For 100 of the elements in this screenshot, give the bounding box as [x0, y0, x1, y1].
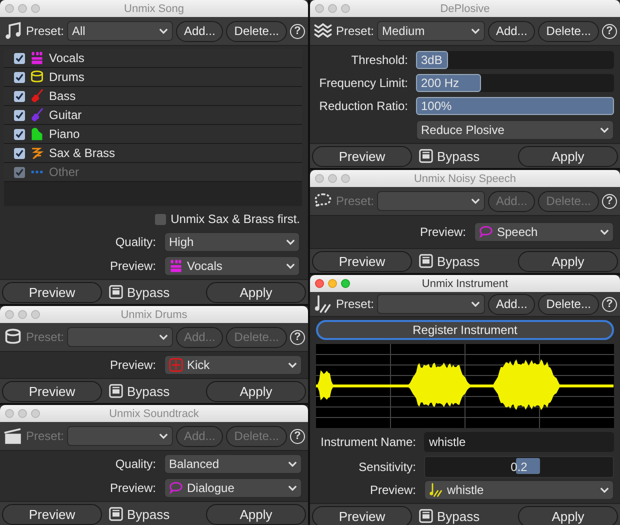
- dropdown[interactable]: High: [164, 232, 300, 252]
- help-button[interactable]: ?: [602, 296, 617, 312]
- caret-icon: [158, 28, 168, 34]
- checkbox[interactable]: [14, 128, 25, 140]
- dropdown[interactable]: [67, 327, 173, 347]
- dropdown[interactable]: Kick: [164, 355, 302, 375]
- dropdown[interactable]: whistle: [424, 480, 614, 500]
- close-button[interactable]: [5, 409, 14, 418]
- minimize-button[interactable]: [18, 409, 27, 418]
- slider[interactable]: 100%: [416, 97, 614, 115]
- close-button[interactable]: [315, 279, 324, 288]
- minimize-button[interactable]: [328, 174, 337, 183]
- zoom-button[interactable]: [341, 174, 350, 183]
- dropdown[interactable]: Balanced: [164, 454, 302, 474]
- add-button[interactable]: Add...: [488, 20, 536, 42]
- minimize-button[interactable]: [18, 310, 27, 319]
- dropdown[interactable]: Dialogue: [164, 478, 302, 498]
- framed-square-icon: [419, 149, 433, 163]
- delete-button[interactable]: Delete...: [226, 20, 287, 42]
- apply-button[interactable]: Apply: [518, 146, 618, 166]
- dropdown[interactable]: Medium: [377, 21, 485, 41]
- dropdown[interactable]: Speech: [474, 222, 614, 242]
- microphones-icon: [169, 259, 183, 273]
- slider[interactable]: 3dB: [416, 51, 614, 69]
- zoom-button[interactable]: [341, 279, 350, 288]
- close-button[interactable]: [5, 310, 14, 319]
- apply-button[interactable]: Apply: [206, 504, 306, 524]
- delete-button[interactable]: Delete...: [538, 20, 599, 42]
- dropdown[interactable]: All: [67, 21, 173, 41]
- speech-bubble-icon: [169, 481, 183, 495]
- apply-button[interactable]: Apply: [518, 250, 618, 272]
- checkbox[interactable]: [14, 90, 25, 102]
- caret-icon: [470, 301, 480, 307]
- checkbox[interactable]: [14, 52, 25, 64]
- add-button[interactable]: Add...: [488, 294, 536, 314]
- dropdown[interactable]: [377, 294, 485, 314]
- help-button[interactable]: ?: [602, 24, 617, 38]
- zoom-button[interactable]: [31, 409, 40, 418]
- add-button[interactable]: Add...: [176, 20, 224, 42]
- dropdown[interactable]: [377, 191, 485, 211]
- stem-label: Other: [49, 165, 80, 179]
- framed-square-icon: [109, 507, 123, 521]
- preview-button[interactable]: Preview: [312, 506, 412, 525]
- caret-icon: [288, 461, 297, 467]
- bypass-label[interactable]: Bypass: [127, 384, 170, 398]
- field-label: Instrument Name:: [320, 435, 416, 449]
- note-icon: [313, 295, 333, 313]
- caret-icon: [600, 229, 609, 235]
- bypass-label[interactable]: Bypass: [127, 506, 170, 522]
- field-label: Preview:: [108, 481, 156, 495]
- field-label: Preview:: [108, 358, 156, 372]
- close-button[interactable]: [315, 4, 324, 13]
- close-button[interactable]: [5, 4, 14, 13]
- checkbox[interactable]: [14, 148, 25, 158]
- wave-lines-icon: [313, 22, 333, 40]
- apply-button[interactable]: Apply: [206, 282, 306, 302]
- bypass-label[interactable]: Bypass: [437, 508, 480, 524]
- drum-icon: [3, 328, 23, 346]
- checkbox[interactable]: [14, 110, 25, 120]
- zoom-button[interactable]: [341, 4, 350, 13]
- stem-label: Vocals: [49, 51, 84, 65]
- dropdown[interactable]: Reduce Plosive: [416, 120, 614, 140]
- stem-label: Guitar: [49, 108, 82, 122]
- caret-icon: [288, 362, 297, 368]
- preview-button[interactable]: Preview: [2, 282, 102, 302]
- caret-icon: [158, 433, 168, 439]
- caret-icon: [470, 198, 480, 204]
- apply-button[interactable]: Apply: [206, 380, 306, 402]
- bypass-label[interactable]: Bypass: [437, 254, 480, 268]
- preset-label: Preset:: [336, 24, 374, 38]
- close-button[interactable]: [315, 174, 324, 183]
- apply-button[interactable]: Apply: [518, 506, 618, 525]
- checkbox[interactable]: [154, 214, 166, 224]
- delete-button[interactable]: Delete...: [538, 294, 599, 314]
- zoom-button[interactable]: [31, 4, 40, 13]
- dropdown[interactable]: [67, 426, 173, 446]
- slider-value: 100%: [421, 99, 452, 113]
- window-title: Unmix Drums: [120, 308, 188, 320]
- register-button[interactable]: Register Instrument: [316, 320, 614, 340]
- preset-label: Preset:: [26, 429, 64, 443]
- dropdown[interactable]: Vocals: [164, 256, 300, 276]
- input-field[interactable]: whistle: [424, 432, 614, 452]
- zoom-button[interactable]: [31, 310, 40, 319]
- minimize-button[interactable]: [328, 279, 337, 288]
- preview-button[interactable]: Preview: [312, 146, 412, 166]
- field-label: Frequency Limit:: [318, 76, 408, 90]
- preset-label: Preset:: [26, 24, 64, 38]
- minimize-button[interactable]: [328, 4, 337, 13]
- slider[interactable]: 200 Hz: [416, 74, 614, 92]
- preset-label: Preset:: [336, 194, 374, 208]
- preview-button[interactable]: Preview: [2, 504, 102, 524]
- checkbox[interactable]: [14, 72, 25, 82]
- stem-label: Bass: [49, 89, 76, 103]
- bypass-label[interactable]: Bypass: [437, 148, 480, 164]
- preview-button[interactable]: Preview: [2, 380, 102, 402]
- preview-button[interactable]: Preview: [312, 250, 412, 272]
- field-label: Quality:: [114, 235, 156, 249]
- minimize-button[interactable]: [18, 4, 27, 13]
- help-button[interactable]: ?: [290, 24, 305, 38]
- bypass-label[interactable]: Bypass: [127, 284, 170, 300]
